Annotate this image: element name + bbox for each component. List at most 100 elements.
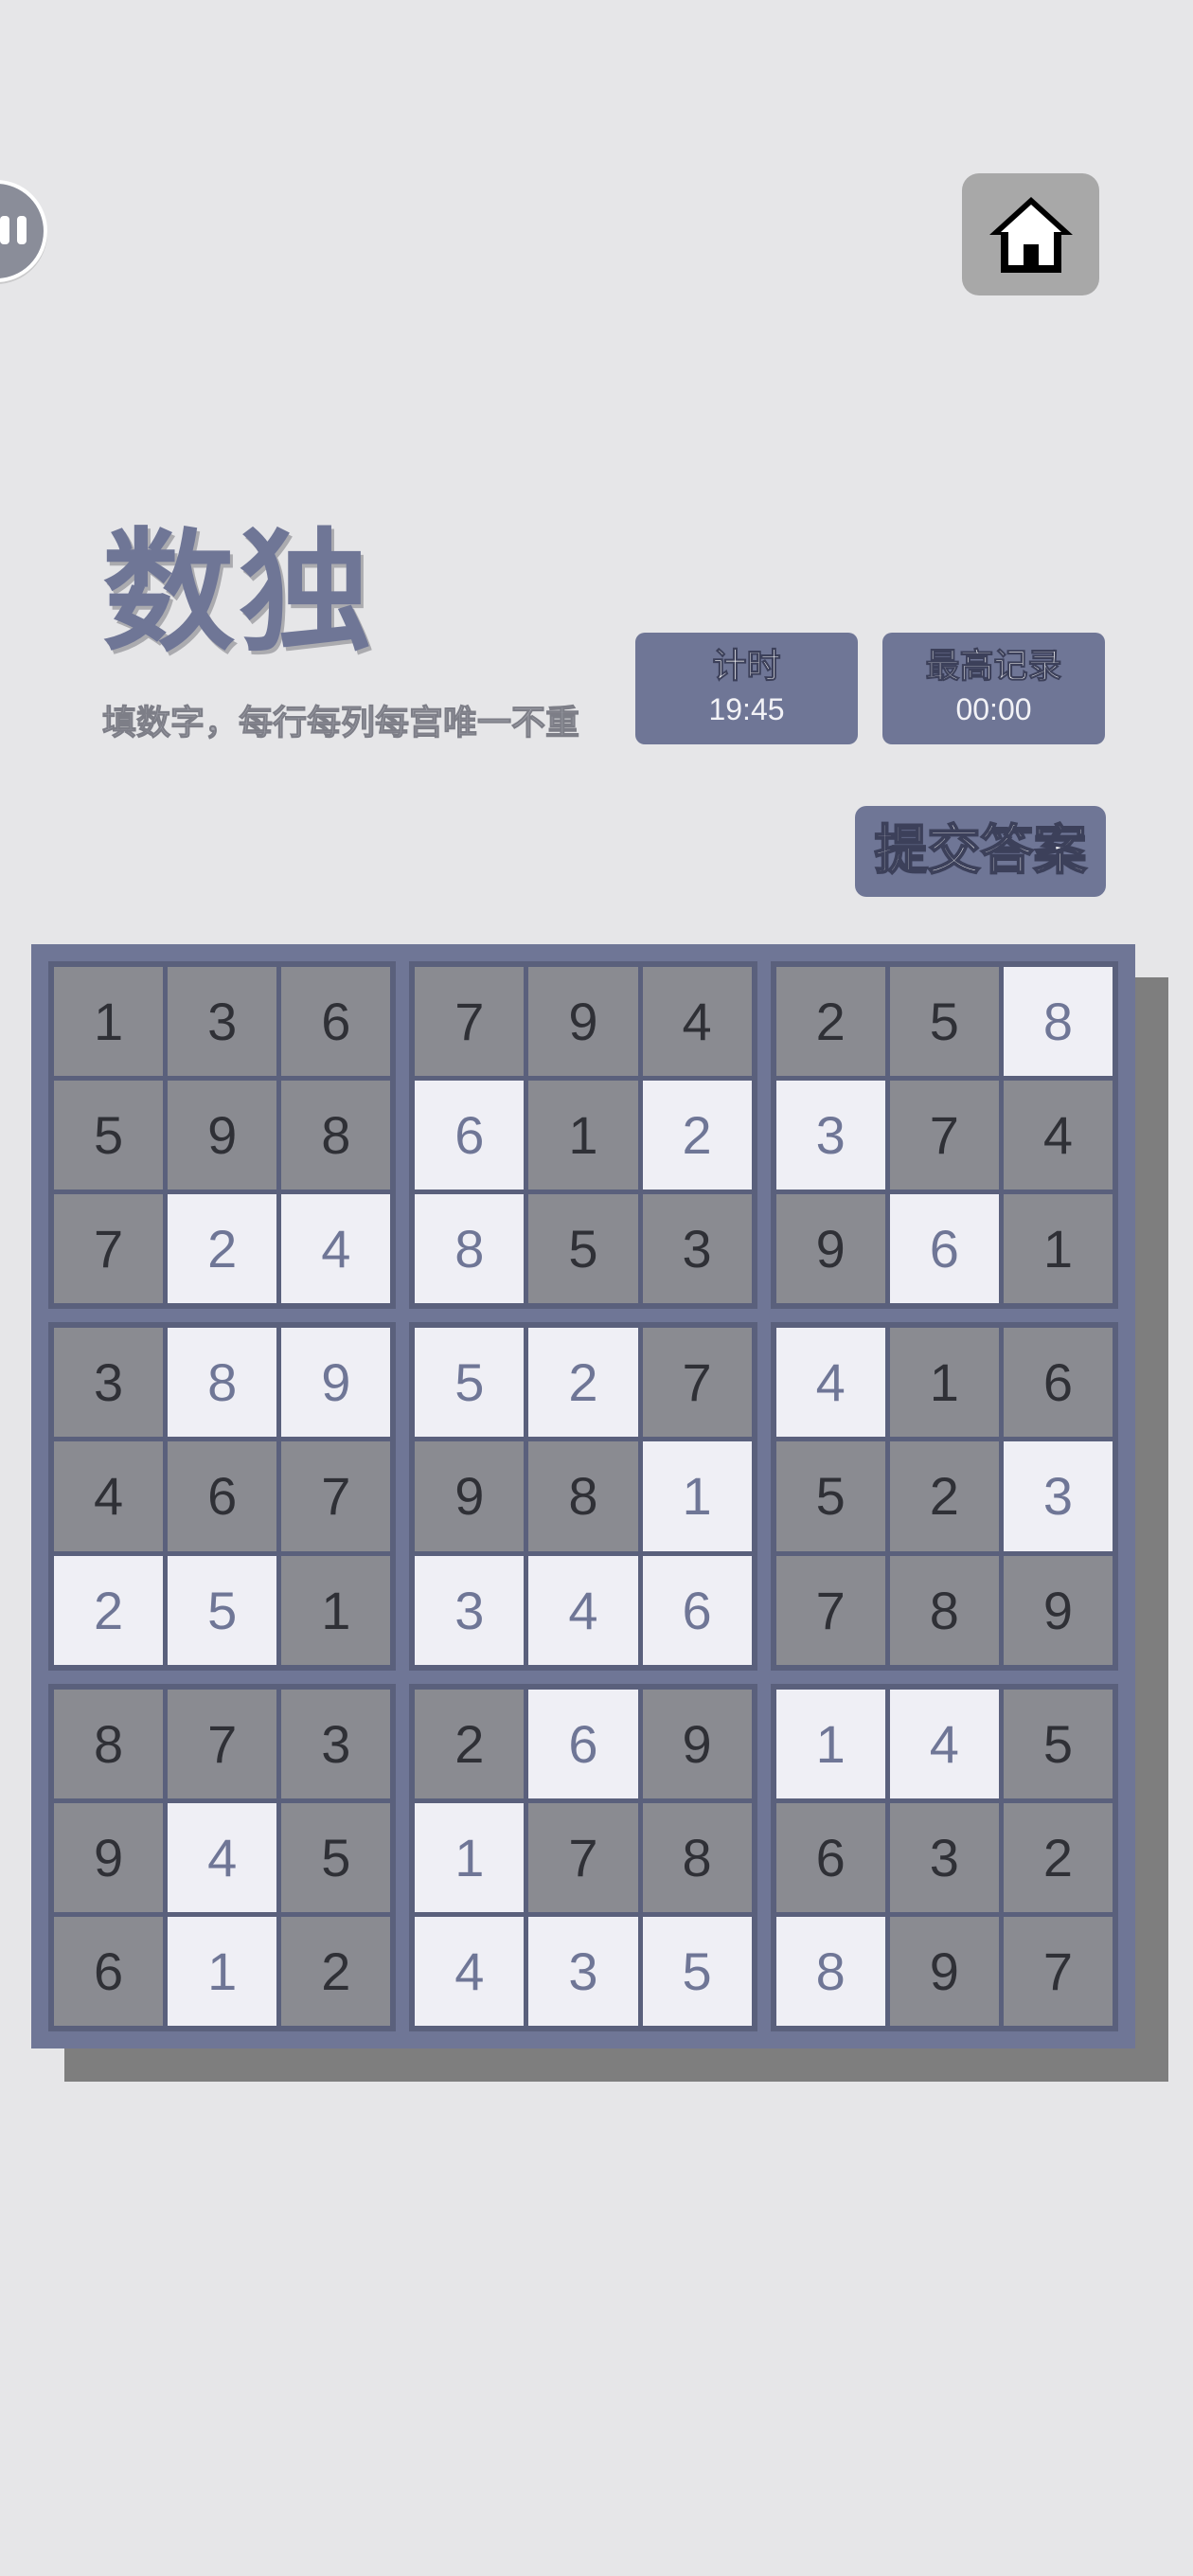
sudoku-cell-given: 7	[889, 1081, 999, 1190]
sudoku-cell-input[interactable]: 1	[415, 1802, 525, 1912]
sudoku-box: 389 467 251	[48, 1322, 397, 1671]
sudoku-cell-given: 9	[168, 1081, 277, 1190]
sudoku-cell-given: 4	[54, 1441, 164, 1551]
sudoku-cell-given: 5	[54, 1081, 164, 1190]
sudoku-cell-input[interactable]: 3	[1003, 1441, 1113, 1551]
sudoku-cell-given: 5	[281, 1802, 391, 1912]
sudoku-box: 794 612 853	[409, 961, 757, 1310]
sudoku-cell-given: 5	[1003, 1689, 1113, 1798]
sudoku-cell-given: 5	[528, 1194, 638, 1304]
record-box: 最高记录 00:00	[882, 633, 1105, 744]
sudoku-cell-input[interactable]: 4	[528, 1555, 638, 1665]
timer-label: 计时	[712, 647, 781, 687]
sudoku-cell-input[interactable]: 8	[415, 1194, 525, 1304]
sudoku-cell-input[interactable]: 1	[642, 1441, 752, 1551]
sudoku-cell-input[interactable]: 6	[528, 1689, 638, 1798]
sudoku-cell-input[interactable]: 3	[528, 1916, 638, 2026]
sudoku-cell-given: 2	[281, 1916, 391, 2026]
sudoku-cell-given: 1	[1003, 1194, 1113, 1304]
sudoku-cell-given: 6	[168, 1441, 277, 1551]
sudoku-cell-given: 6	[281, 967, 391, 1077]
record-value: 00:00	[955, 692, 1032, 726]
sudoku-cell-given: 9	[889, 1916, 999, 2026]
sudoku-cell-given: 5	[889, 967, 999, 1077]
sudoku-box: 269 178 435	[409, 1683, 757, 2031]
sudoku-cell-input[interactable]: 6	[889, 1194, 999, 1304]
sudoku-cell-input[interactable]: 3	[775, 1081, 885, 1190]
sudoku-cell-given: 4	[1003, 1081, 1113, 1190]
sudoku-cell-given: 6	[1003, 1328, 1113, 1438]
sudoku-cell-input[interactable]: 8	[168, 1328, 277, 1438]
sudoku-cell-given: 7	[642, 1328, 752, 1438]
sudoku-cell-input[interactable]: 6	[642, 1555, 752, 1665]
sudoku-cell-given: 7	[528, 1802, 638, 1912]
page-title: 数独	[102, 516, 376, 671]
sudoku-cell-given: 3	[168, 967, 277, 1077]
sudoku-cell-input[interactable]: 2	[528, 1328, 638, 1438]
sudoku-cell-given: 1	[528, 1081, 638, 1190]
sudoku-cell-given: 7	[168, 1689, 277, 1798]
record-label: 最高记录	[925, 647, 1062, 687]
sudoku-cell-input[interactable]: 2	[642, 1081, 752, 1190]
sudoku-cell-given: 9	[642, 1689, 752, 1798]
sudoku-cell-input[interactable]: 8	[775, 1916, 885, 2026]
timer-box: 计时 19:45	[635, 633, 858, 744]
sudoku-cell-given: 9	[775, 1194, 885, 1304]
sudoku-cell-input[interactable]: 4	[775, 1328, 885, 1438]
sudoku-cell-given: 1	[889, 1328, 999, 1438]
sudoku-box: 145 632 897	[770, 1683, 1118, 2031]
sudoku-cell-input[interactable]: 1	[168, 1916, 277, 2026]
sudoku-cell-given: 9	[415, 1441, 525, 1551]
sudoku-cell-input[interactable]: 5	[168, 1555, 277, 1665]
sudoku-cell-given: 9	[528, 967, 638, 1077]
sudoku-cell-given: 1	[54, 967, 164, 1077]
sudoku-cell-input[interactable]: 2	[168, 1194, 277, 1304]
sudoku-cell-input[interactable]: 2	[54, 1555, 164, 1665]
sudoku-cell-given: 3	[889, 1802, 999, 1912]
sudoku-board: 1365987247946128532583749613894672515279…	[31, 944, 1135, 2048]
sudoku-cell-given: 2	[889, 1441, 999, 1551]
sudoku-cell-given: 6	[54, 1916, 164, 2026]
sudoku-cell-given: 8	[281, 1081, 391, 1190]
sudoku-box: 873 945 612	[48, 1683, 397, 2031]
sudoku-cell-given: 3	[54, 1328, 164, 1438]
home-button[interactable]	[962, 173, 1099, 295]
sudoku-cell-given: 5	[775, 1441, 885, 1551]
sudoku-cell-given: 4	[642, 967, 752, 1077]
sudoku-cell-given: 2	[775, 967, 885, 1077]
sudoku-box: 136 598 724	[48, 961, 397, 1310]
sudoku-cell-given: 8	[54, 1689, 164, 1798]
sudoku-cell-given: 7	[54, 1194, 164, 1304]
sudoku-box: 258 374 961	[770, 961, 1118, 1310]
page-subtitle: 填数字，每行每列每宫唯一不重	[101, 704, 580, 743]
sudoku-cell-input[interactable]: 4	[889, 1689, 999, 1798]
pause-icon	[0, 216, 27, 244]
sudoku-box: 527 981 346	[409, 1322, 757, 1671]
sudoku-cell-given: 9	[54, 1802, 164, 1912]
sudoku-box: 416 523 789	[770, 1322, 1118, 1671]
sudoku-cell-input[interactable]: 4	[168, 1802, 277, 1912]
sudoku-cell-given: 1	[281, 1555, 391, 1665]
sudoku-cell-input[interactable]: 5	[415, 1328, 525, 1438]
sudoku-cell-input[interactable]: 9	[281, 1328, 391, 1438]
sudoku-cell-given: 7	[775, 1555, 885, 1665]
sudoku-cell-input[interactable]: 4	[415, 1916, 525, 2026]
sudoku-cell-given: 2	[1003, 1802, 1113, 1912]
sudoku-cell-input[interactable]: 5	[642, 1916, 752, 2026]
sudoku-cell-given: 9	[1003, 1555, 1113, 1665]
sudoku-cell-given: 8	[528, 1441, 638, 1551]
sudoku-cell-given: 2	[415, 1689, 525, 1798]
pause-button[interactable]	[0, 180, 47, 282]
home-icon	[988, 196, 1073, 273]
sudoku-cell-input[interactable]: 3	[415, 1555, 525, 1665]
sudoku-cell-given: 7	[281, 1441, 391, 1551]
sudoku-cell-given: 8	[642, 1802, 752, 1912]
sudoku-cell-input[interactable]: 6	[415, 1081, 525, 1190]
sudoku-cell-input[interactable]: 4	[281, 1194, 391, 1304]
sudoku-cell-given: 3	[642, 1194, 752, 1304]
sudoku-cell-given: 3	[281, 1689, 391, 1798]
submit-answer-button[interactable]: 提交答案	[855, 806, 1106, 897]
sudoku-cell-input[interactable]: 8	[1003, 967, 1113, 1077]
sudoku-cell-given: 6	[775, 1802, 885, 1912]
sudoku-cell-input[interactable]: 1	[775, 1689, 885, 1798]
